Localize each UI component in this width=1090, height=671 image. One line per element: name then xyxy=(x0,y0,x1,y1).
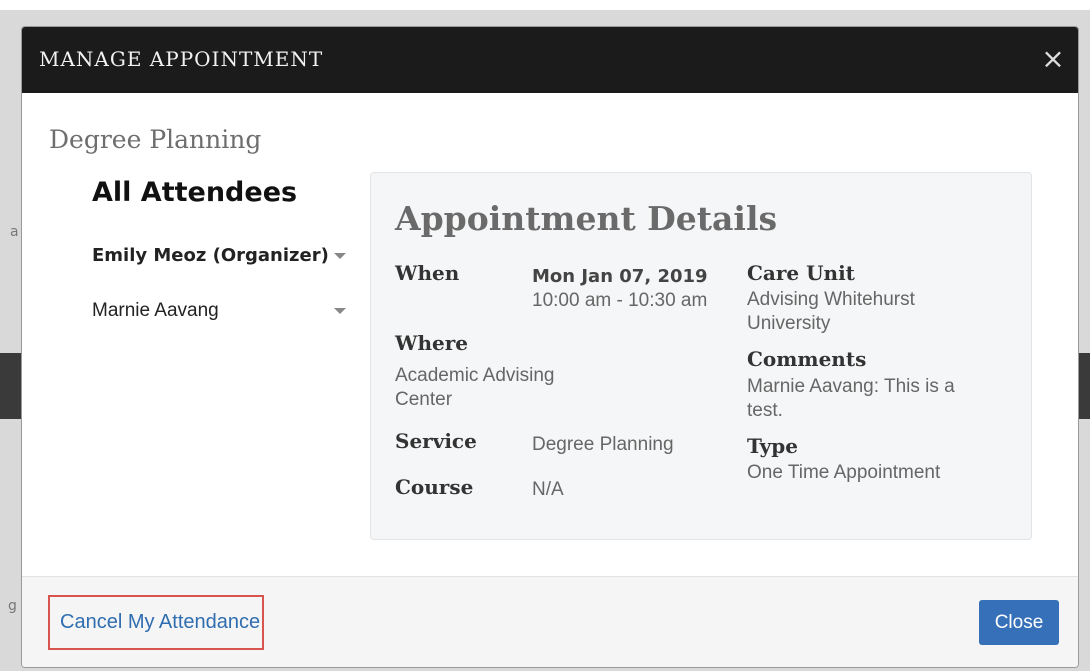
comments-value: test. xyxy=(747,400,783,421)
appointment-details-title: Appointment Details xyxy=(395,199,778,238)
when-date: Mon Jan 07, 2019 xyxy=(532,266,708,287)
comments-label: Comments xyxy=(747,347,867,371)
background-dark-strip-left xyxy=(0,353,22,419)
manage-appointment-modal: MANAGE APPOINTMENT × Degree Planning All… xyxy=(22,27,1078,667)
attendees-heading: All Attendees xyxy=(92,177,298,208)
close-icon[interactable]: × xyxy=(1038,39,1068,79)
service-label: Service xyxy=(395,429,477,453)
background-edge-text: g xyxy=(8,598,17,614)
close-button[interactable]: Close xyxy=(979,600,1059,645)
where-value: Academic Advising xyxy=(395,365,555,386)
modal-header: MANAGE APPOINTMENT × xyxy=(22,27,1078,93)
where-value: Center xyxy=(395,389,453,410)
when-time: 10:00 am - 10:30 am xyxy=(532,290,708,311)
type-value: One Time Appointment xyxy=(747,462,941,483)
cancel-my-attendance-link[interactable]: Cancel My Attendance xyxy=(48,595,264,650)
modal-title: MANAGE APPOINTMENT xyxy=(39,47,324,71)
course-label: Course xyxy=(395,475,474,499)
chevron-down-icon[interactable] xyxy=(334,308,346,314)
course-value: N/A xyxy=(532,479,564,500)
care-unit-value: Advising Whitehurst xyxy=(747,289,915,310)
chevron-down-icon[interactable] xyxy=(334,253,346,259)
type-label: Type xyxy=(747,434,799,458)
attendee-item-organizer[interactable]: Emily Meoz (Organizer) xyxy=(92,243,352,271)
appointment-details-panel: Appointment Details When Mon Jan 07, 201… xyxy=(370,172,1032,540)
appointment-service-heading: Degree Planning xyxy=(49,125,262,154)
attendee-item[interactable]: Marnie Aavang xyxy=(92,298,352,326)
comments-value: Marnie Aavang: This is a xyxy=(747,376,955,397)
background-top-band xyxy=(0,0,1090,10)
attendee-name: Marnie Aavang xyxy=(92,300,219,321)
care-unit-label: Care Unit xyxy=(747,261,855,285)
background-dark-strip-right xyxy=(1078,353,1090,419)
when-label: When xyxy=(395,261,460,285)
service-value: Degree Planning xyxy=(532,434,674,455)
attendee-name: Emily Meoz (Organizer) xyxy=(92,245,329,266)
where-label: Where xyxy=(395,331,468,355)
background-edge-text: a xyxy=(10,224,19,240)
cancel-my-attendance-label: Cancel My Attendance xyxy=(60,611,261,633)
care-unit-value: University xyxy=(747,313,831,334)
